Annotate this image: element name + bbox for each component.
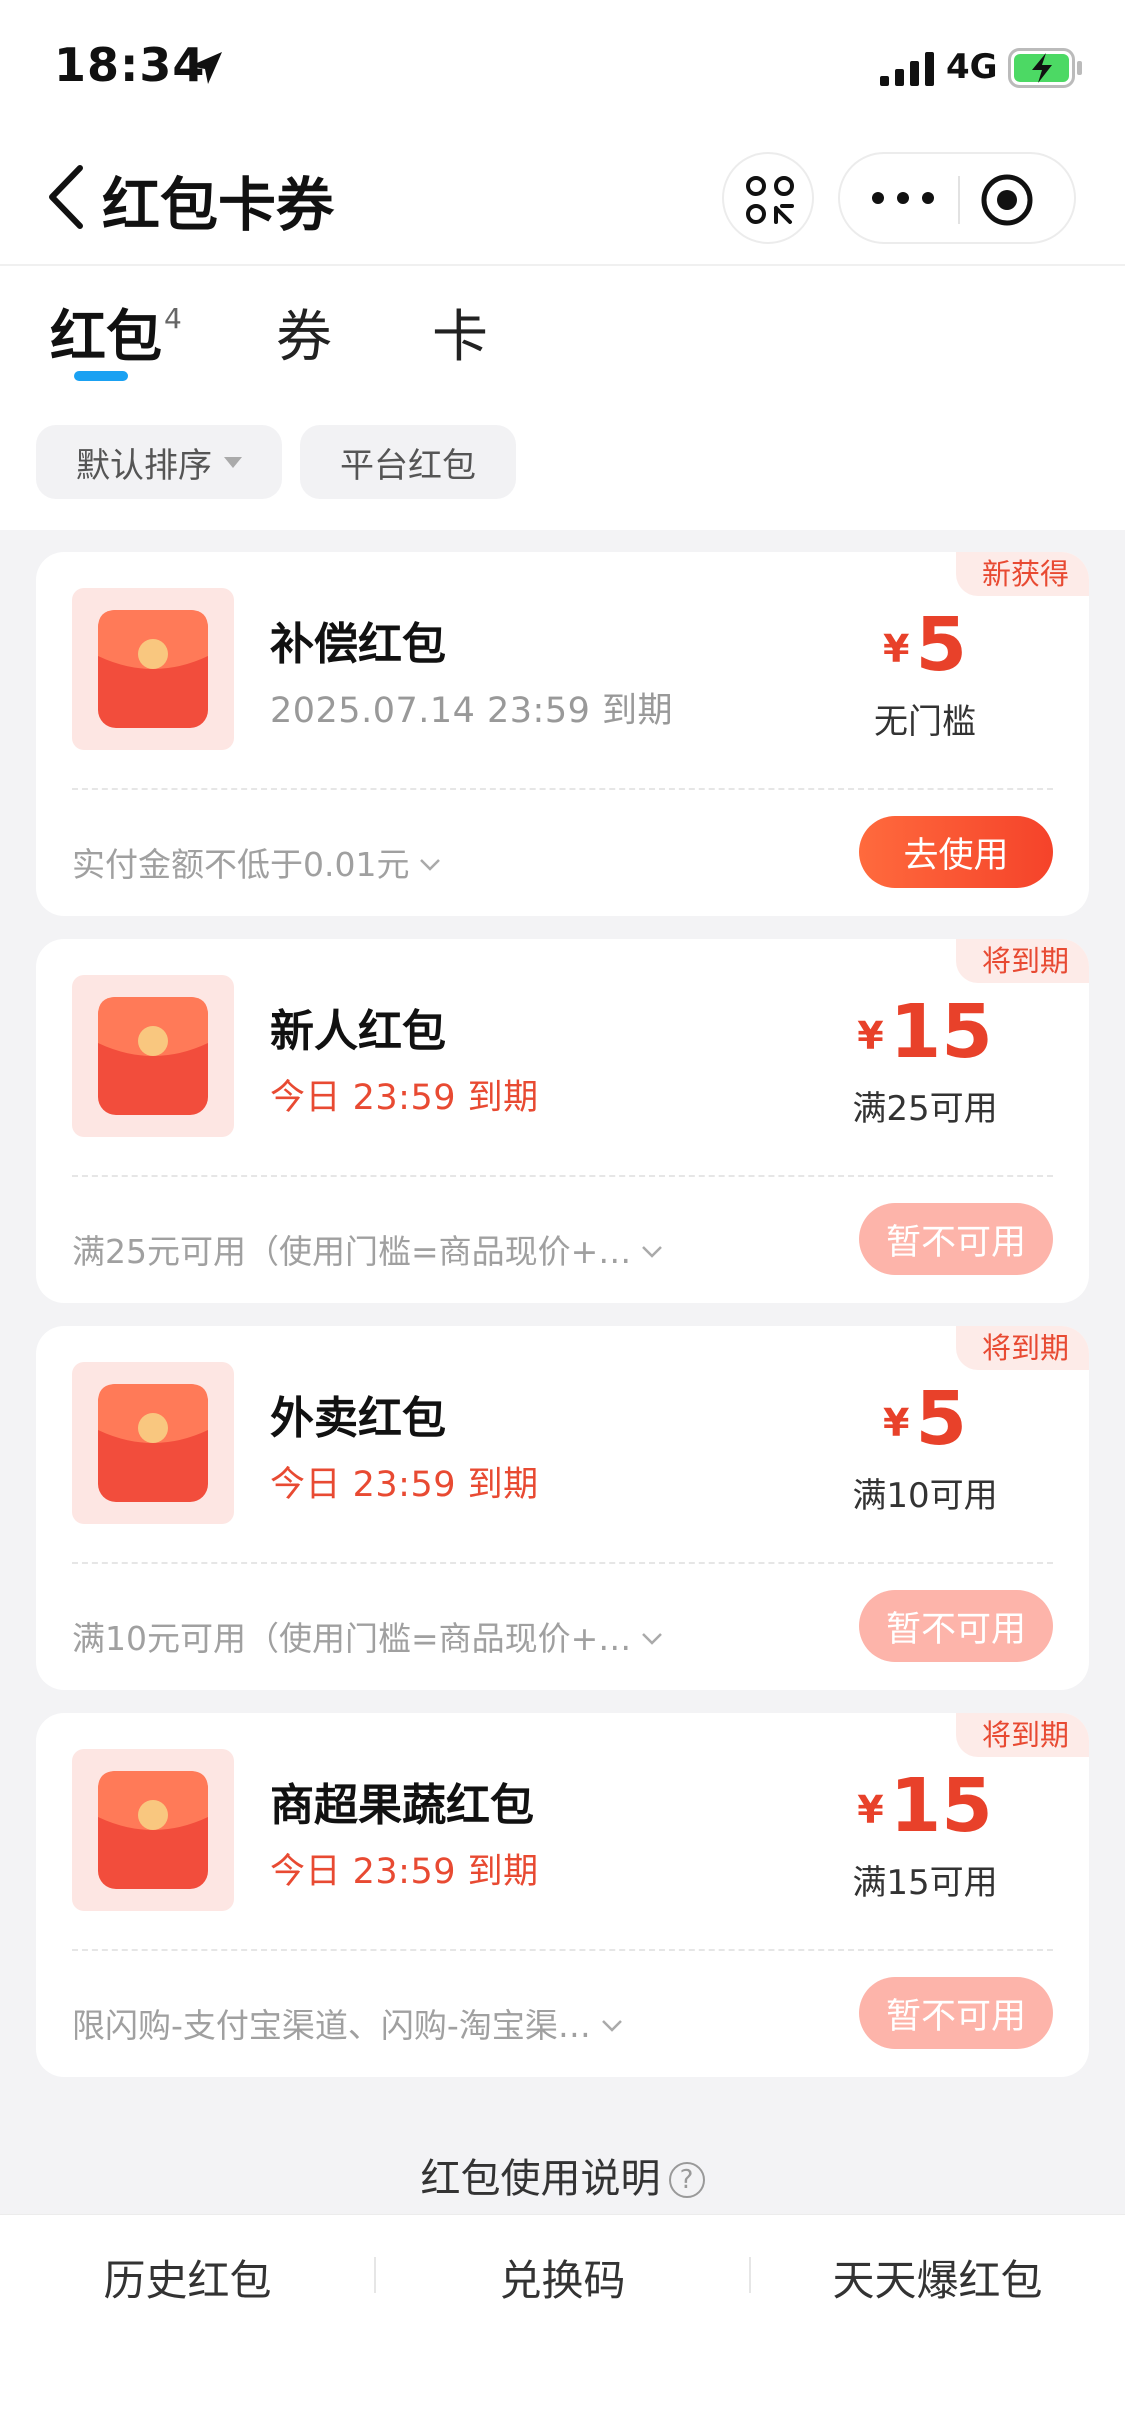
- unavailable-button[interactable]: 暂不可用: [859, 1590, 1053, 1662]
- tab-hongbao-count: 4: [164, 302, 182, 335]
- card-condition: 满25可用: [852, 1089, 998, 1129]
- currency-symbol: ¥: [883, 1401, 910, 1445]
- card-title: 新人红包: [270, 1006, 446, 1057]
- amount-value: 15: [889, 1763, 993, 1849]
- card-amount: ¥15: [805, 1763, 1045, 1849]
- dashed-divider: [72, 1949, 1053, 1951]
- signal-bars-icon: [880, 52, 934, 86]
- back-chevron-icon[interactable]: [44, 162, 88, 232]
- amount-value: 5: [915, 1376, 967, 1462]
- network-type: 4G: [946, 47, 998, 87]
- status-time: 18:34: [54, 38, 206, 92]
- tab-active-indicator: [74, 371, 128, 381]
- dashed-divider: [72, 1562, 1053, 1564]
- currency-symbol: ¥: [857, 1014, 884, 1058]
- use-button[interactable]: 去使用: [859, 816, 1053, 888]
- hongbao-card[interactable]: 新获得 补偿红包 2025.07.14 23:59 到期 ¥5 无门槛 实付金额…: [36, 552, 1089, 916]
- chevron-down-icon: [420, 859, 441, 871]
- chevron-down-icon: [642, 1633, 663, 1645]
- card-condition: 满15可用: [852, 1863, 998, 1903]
- platform-label: 平台红包: [340, 445, 476, 486]
- currency-symbol: ¥: [883, 627, 910, 671]
- status-badge: 将到期: [955, 1326, 1089, 1370]
- card-amount: ¥15: [805, 989, 1045, 1075]
- chevron-down-icon: [601, 2020, 622, 2032]
- card-amount: ¥5: [805, 602, 1045, 688]
- status-badge: 将到期: [955, 939, 1089, 983]
- help-label: 红包使用说明: [420, 2156, 661, 2202]
- tab-card[interactable]: 卡: [432, 292, 488, 373]
- amount-value: 5: [915, 602, 967, 688]
- dashed-divider: [72, 1175, 1053, 1177]
- status-badge: 将到期: [955, 1713, 1089, 1757]
- page-title: 红包卡券: [102, 171, 335, 239]
- card-condition: 无门槛: [874, 702, 976, 742]
- usage-instructions-link[interactable]: 红包使用说明?: [0, 2146, 1125, 2204]
- card-condition: 满10可用: [852, 1476, 998, 1516]
- usage-rule-toggle[interactable]: 实付金额不低于0.01元: [72, 838, 441, 886]
- status-bar: 18:34 4G: [0, 0, 1125, 135]
- usage-rule-toggle[interactable]: 满10元可用（使用门槛=商品现价+…: [72, 1612, 663, 1660]
- red-envelope-thumbnail: [72, 1362, 234, 1524]
- card-title: 补偿红包: [270, 619, 446, 670]
- hongbao-card[interactable]: 将到期 新人红包 今日 23:59 到期 ¥15 满25可用 满25元可用（使用…: [36, 939, 1089, 1303]
- red-envelope-icon: [98, 997, 208, 1115]
- card-amount: ¥5: [805, 1376, 1045, 1462]
- hongbao-card[interactable]: 将到期 外卖红包 今日 23:59 到期 ¥5 满10可用 满10元可用（使用门…: [36, 1326, 1089, 1690]
- rule-text: 满25元可用（使用门槛=商品现价+…: [72, 1232, 632, 1271]
- currency-symbol: ¥: [857, 1788, 884, 1832]
- history-hongbao-button[interactable]: 历史红包: [0, 2247, 375, 2308]
- bottom-action-bar: 历史红包 兑换码 天天爆红包: [0, 2214, 1125, 2436]
- red-envelope-thumbnail: [72, 588, 234, 750]
- close-target-icon[interactable]: [980, 173, 1034, 227]
- dashed-divider: [72, 788, 1053, 790]
- red-envelope-thumbnail: [72, 975, 234, 1137]
- unavailable-button[interactable]: 暂不可用: [859, 1203, 1053, 1275]
- red-envelope-icon: [98, 610, 208, 728]
- platform-filter-chip[interactable]: 平台红包: [300, 425, 516, 499]
- sort-label: 默认排序: [76, 445, 212, 486]
- rule-text: 实付金额不低于0.01元: [72, 845, 410, 884]
- usage-rule-toggle[interactable]: 限闪购-支付宝渠道、闪购-淘宝渠…: [72, 1999, 623, 2047]
- more-options-icon[interactable]: [870, 190, 936, 206]
- daily-hongbao-button[interactable]: 天天爆红包: [750, 2247, 1125, 2308]
- card-expiry: 今日 23:59 到期: [270, 1465, 539, 1505]
- tab-hongbao[interactable]: 红包: [50, 292, 162, 373]
- rule-text: 满10元可用（使用门槛=商品现价+…: [72, 1619, 632, 1658]
- help-question-icon: ?: [668, 2162, 705, 2198]
- card-title: 外卖红包: [270, 1393, 446, 1444]
- caret-down-icon: [224, 456, 242, 468]
- capsule-divider: [958, 176, 960, 224]
- sort-dropdown[interactable]: 默认排序: [36, 425, 282, 499]
- card-expiry: 今日 23:59 到期: [270, 1852, 539, 1892]
- amount-value: 15: [889, 989, 993, 1075]
- red-envelope-icon: [98, 1384, 208, 1502]
- card-title: 商超果蔬红包: [270, 1780, 534, 1831]
- hongbao-card[interactable]: 将到期 商超果蔬红包 今日 23:59 到期 ¥15 满15可用 限闪购-支付宝…: [36, 1713, 1089, 2077]
- scan-qr-icon: [746, 176, 794, 224]
- location-arrow-icon: [190, 52, 222, 84]
- red-envelope-thumbnail: [72, 1749, 234, 1911]
- card-expiry: 2025.07.14 23:59 到期: [270, 691, 674, 731]
- usage-rule-toggle[interactable]: 满25元可用（使用门槛=商品现价+…: [72, 1225, 663, 1273]
- nav-divider: [0, 264, 1125, 266]
- battery-charging-icon: [1008, 48, 1082, 88]
- red-envelope-icon: [98, 1771, 208, 1889]
- unavailable-button[interactable]: 暂不可用: [859, 1977, 1053, 2049]
- mini-app-capsule: [838, 152, 1076, 244]
- card-expiry: 今日 23:59 到期: [270, 1078, 539, 1118]
- status-badge: 新获得: [955, 552, 1089, 596]
- rule-text: 限闪购-支付宝渠道、闪购-淘宝渠…: [72, 2006, 591, 2045]
- tab-coupon[interactable]: 券: [276, 292, 332, 373]
- chevron-down-icon: [642, 1246, 663, 1258]
- redeem-code-button[interactable]: 兑换码: [375, 2247, 750, 2308]
- scan-button[interactable]: [722, 152, 814, 244]
